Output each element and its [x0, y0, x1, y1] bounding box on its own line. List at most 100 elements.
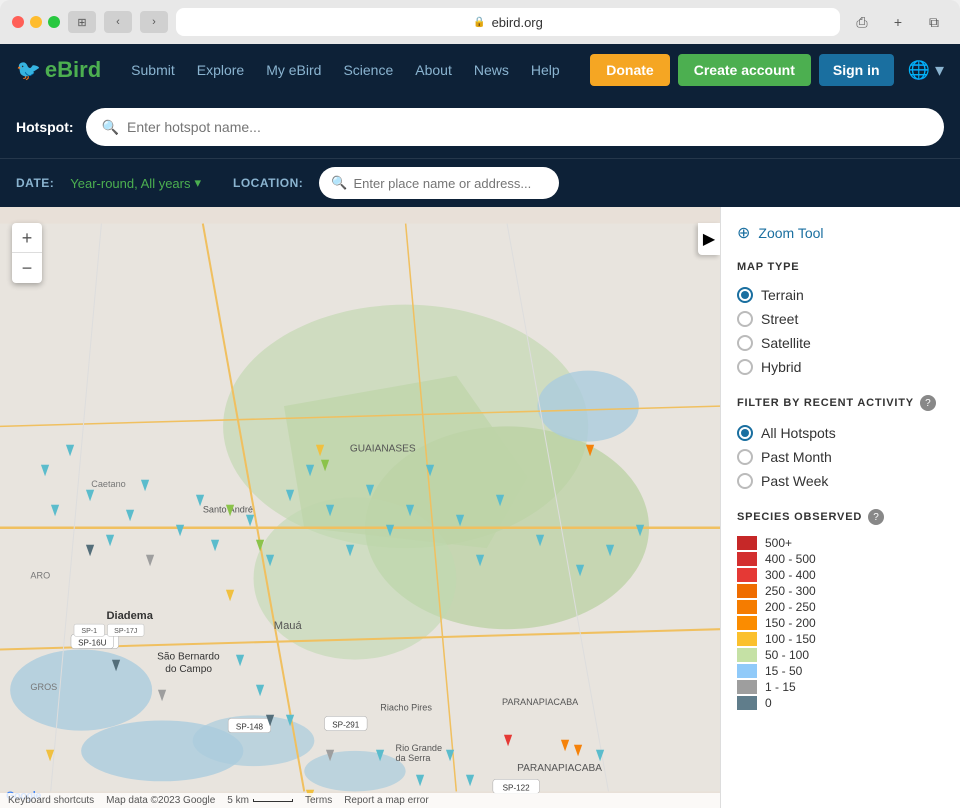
- location-label: LOCATION:: [233, 176, 303, 190]
- legend-150-200: 150 - 200: [737, 615, 944, 631]
- legend-label-150-200: 150 - 200: [765, 616, 816, 630]
- svg-text:SP-291: SP-291: [332, 721, 360, 730]
- legend-200-250: 200 - 250: [737, 599, 944, 615]
- filter-past-week[interactable]: Past Week: [737, 469, 944, 493]
- filter-activity-title: FILTER BY RECENT ACTIVITY: [737, 397, 914, 409]
- nav-science[interactable]: Science: [333, 56, 403, 84]
- svg-text:SP-16U: SP-16U: [78, 638, 107, 647]
- svg-text:São Bernardo: São Bernardo: [157, 652, 220, 663]
- svg-text:SP-17J: SP-17J: [114, 627, 138, 635]
- past-week-label: Past Week: [761, 473, 828, 489]
- legend-label-0: 0: [765, 696, 772, 710]
- svg-text:PARANAPIACABA: PARANAPIACABA: [517, 763, 602, 774]
- legend-label-300-400: 300 - 400: [765, 568, 816, 582]
- svg-text:PARANAPIACABA: PARANAPIACABA: [502, 697, 579, 707]
- minimize-button[interactable]: [30, 16, 42, 28]
- legend-label-400-500: 400 - 500: [765, 552, 816, 566]
- map-data-text: Map data ©2023 Google: [106, 795, 215, 806]
- back-button[interactable]: ‹: [104, 11, 132, 33]
- nav-explore[interactable]: Explore: [187, 56, 254, 84]
- nav-buttons: Donate Create account Sign in 🌐 ▾: [590, 54, 944, 86]
- svg-text:Rio Grande: Rio Grande: [395, 743, 442, 753]
- bird-icon: 🐦: [16, 58, 41, 83]
- species-legend: 500+ 400 - 500 300 - 400 250 - 300 200 -…: [737, 535, 944, 711]
- svg-text:ARO: ARO: [30, 570, 50, 580]
- radio-past-week[interactable]: [737, 473, 753, 489]
- location-input[interactable]: [353, 176, 547, 191]
- nav-news[interactable]: News: [464, 56, 519, 84]
- filter-activity-help[interactable]: ?: [920, 395, 936, 411]
- svg-text:GUAIANASES: GUAIANASES: [350, 444, 416, 455]
- legend-250-300: 250 - 300: [737, 583, 944, 599]
- location-search-field[interactable]: 🔍: [319, 167, 559, 199]
- nav-links: Submit Explore My eBird Science About Ne…: [121, 56, 590, 84]
- svg-text:Riacho Pires: Riacho Pires: [380, 702, 432, 712]
- address-bar[interactable]: 🔒 ebird.org: [176, 8, 840, 36]
- radio-past-month[interactable]: [737, 449, 753, 465]
- browser-titlebar: ⊞ ‹ › 🔒 ebird.org ⎙ + ⧉: [12, 8, 948, 44]
- keyboard-shortcuts[interactable]: Keyboard shortcuts: [8, 795, 94, 806]
- filter-all-hotspots[interactable]: All Hotspots: [737, 421, 944, 445]
- legend-color-250-300: [737, 584, 757, 598]
- nav-help[interactable]: Help: [521, 56, 570, 84]
- zoom-out-button[interactable]: −: [12, 253, 42, 283]
- map-type-satellite[interactable]: Satellite: [737, 331, 944, 355]
- map-type-hybrid[interactable]: Hybrid: [737, 355, 944, 379]
- map-sidebar: ⊕ Zoom Tool MAP TYPE Terrain Street Sate…: [720, 207, 960, 808]
- svg-text:GROS: GROS: [30, 682, 57, 692]
- maximize-button[interactable]: [48, 16, 60, 28]
- legend-label-200-250: 200 - 250: [765, 600, 816, 614]
- share-button[interactable]: ⎙: [848, 11, 876, 33]
- nav-myebird[interactable]: My eBird: [256, 56, 331, 84]
- language-button[interactable]: 🌐 ▾: [908, 60, 944, 81]
- radio-satellite[interactable]: [737, 335, 753, 351]
- tabs-button[interactable]: ⧉: [920, 11, 948, 33]
- date-filter[interactable]: Year-round, All years ▾: [70, 175, 201, 191]
- hotspot-label: Hotspot:: [16, 119, 74, 135]
- sidebar-toggle[interactable]: ⊞: [68, 11, 96, 33]
- map-area[interactable]: SP-160 SP-148 SP-160 SP-16U SP-241 SP-12…: [0, 207, 720, 808]
- radio-street[interactable]: [737, 311, 753, 327]
- nav-submit[interactable]: Submit: [121, 56, 185, 84]
- legend-label-250-300: 250 - 300: [765, 584, 816, 598]
- svg-text:da Serra: da Serra: [395, 753, 431, 763]
- species-help[interactable]: ?: [868, 509, 884, 525]
- sign-in-button[interactable]: Sign in: [819, 54, 894, 86]
- radio-hybrid[interactable]: [737, 359, 753, 375]
- map-type-street[interactable]: Street: [737, 307, 944, 331]
- hotspot-input[interactable]: [127, 119, 928, 135]
- create-account-button[interactable]: Create account: [678, 54, 811, 86]
- map-attribution: Keyboard shortcuts Map data ©2023 Google…: [0, 793, 720, 808]
- legend-50-100: 50 - 100: [737, 647, 944, 663]
- legend-color-500plus: [737, 536, 757, 550]
- map-expand-button[interactable]: ▶: [698, 223, 720, 255]
- map-type-terrain[interactable]: Terrain: [737, 283, 944, 307]
- zoom-in-button[interactable]: +: [12, 223, 42, 253]
- hotspot-search-field[interactable]: 🔍: [86, 108, 944, 146]
- radio-all-hotspots[interactable]: [737, 425, 753, 441]
- traffic-lights: [12, 16, 60, 28]
- ebird-logo[interactable]: 🐦 eBird: [16, 57, 101, 83]
- street-label: Street: [761, 311, 798, 327]
- legend-color-1-15: [737, 680, 757, 694]
- nav-about[interactable]: About: [405, 56, 462, 84]
- donate-button[interactable]: Donate: [590, 54, 669, 86]
- all-hotspots-label: All Hotspots: [761, 425, 836, 441]
- filter-past-month[interactable]: Past Month: [737, 445, 944, 469]
- close-button[interactable]: [12, 16, 24, 28]
- chevron-down-icon: ▾: [194, 175, 201, 191]
- radio-terrain[interactable]: [737, 287, 753, 303]
- report-error-link[interactable]: Report a map error: [344, 795, 428, 806]
- forward-button[interactable]: ›: [140, 11, 168, 33]
- terms-link[interactable]: Terms: [305, 795, 332, 806]
- legend-1-15: 1 - 15: [737, 679, 944, 695]
- legend-color-400-500: [737, 552, 757, 566]
- legend-color-200-250: [737, 600, 757, 614]
- new-tab-button[interactable]: +: [884, 11, 912, 33]
- legend-color-50-100: [737, 648, 757, 662]
- zoom-tool-button[interactable]: ⊕ Zoom Tool: [737, 223, 944, 243]
- url-text: ebird.org: [492, 15, 543, 30]
- ebird-navigation: 🐦 eBird Submit Explore My eBird Science …: [0, 44, 960, 96]
- legend-color-150-200: [737, 616, 757, 630]
- legend-label-15-50: 15 - 50: [765, 664, 802, 678]
